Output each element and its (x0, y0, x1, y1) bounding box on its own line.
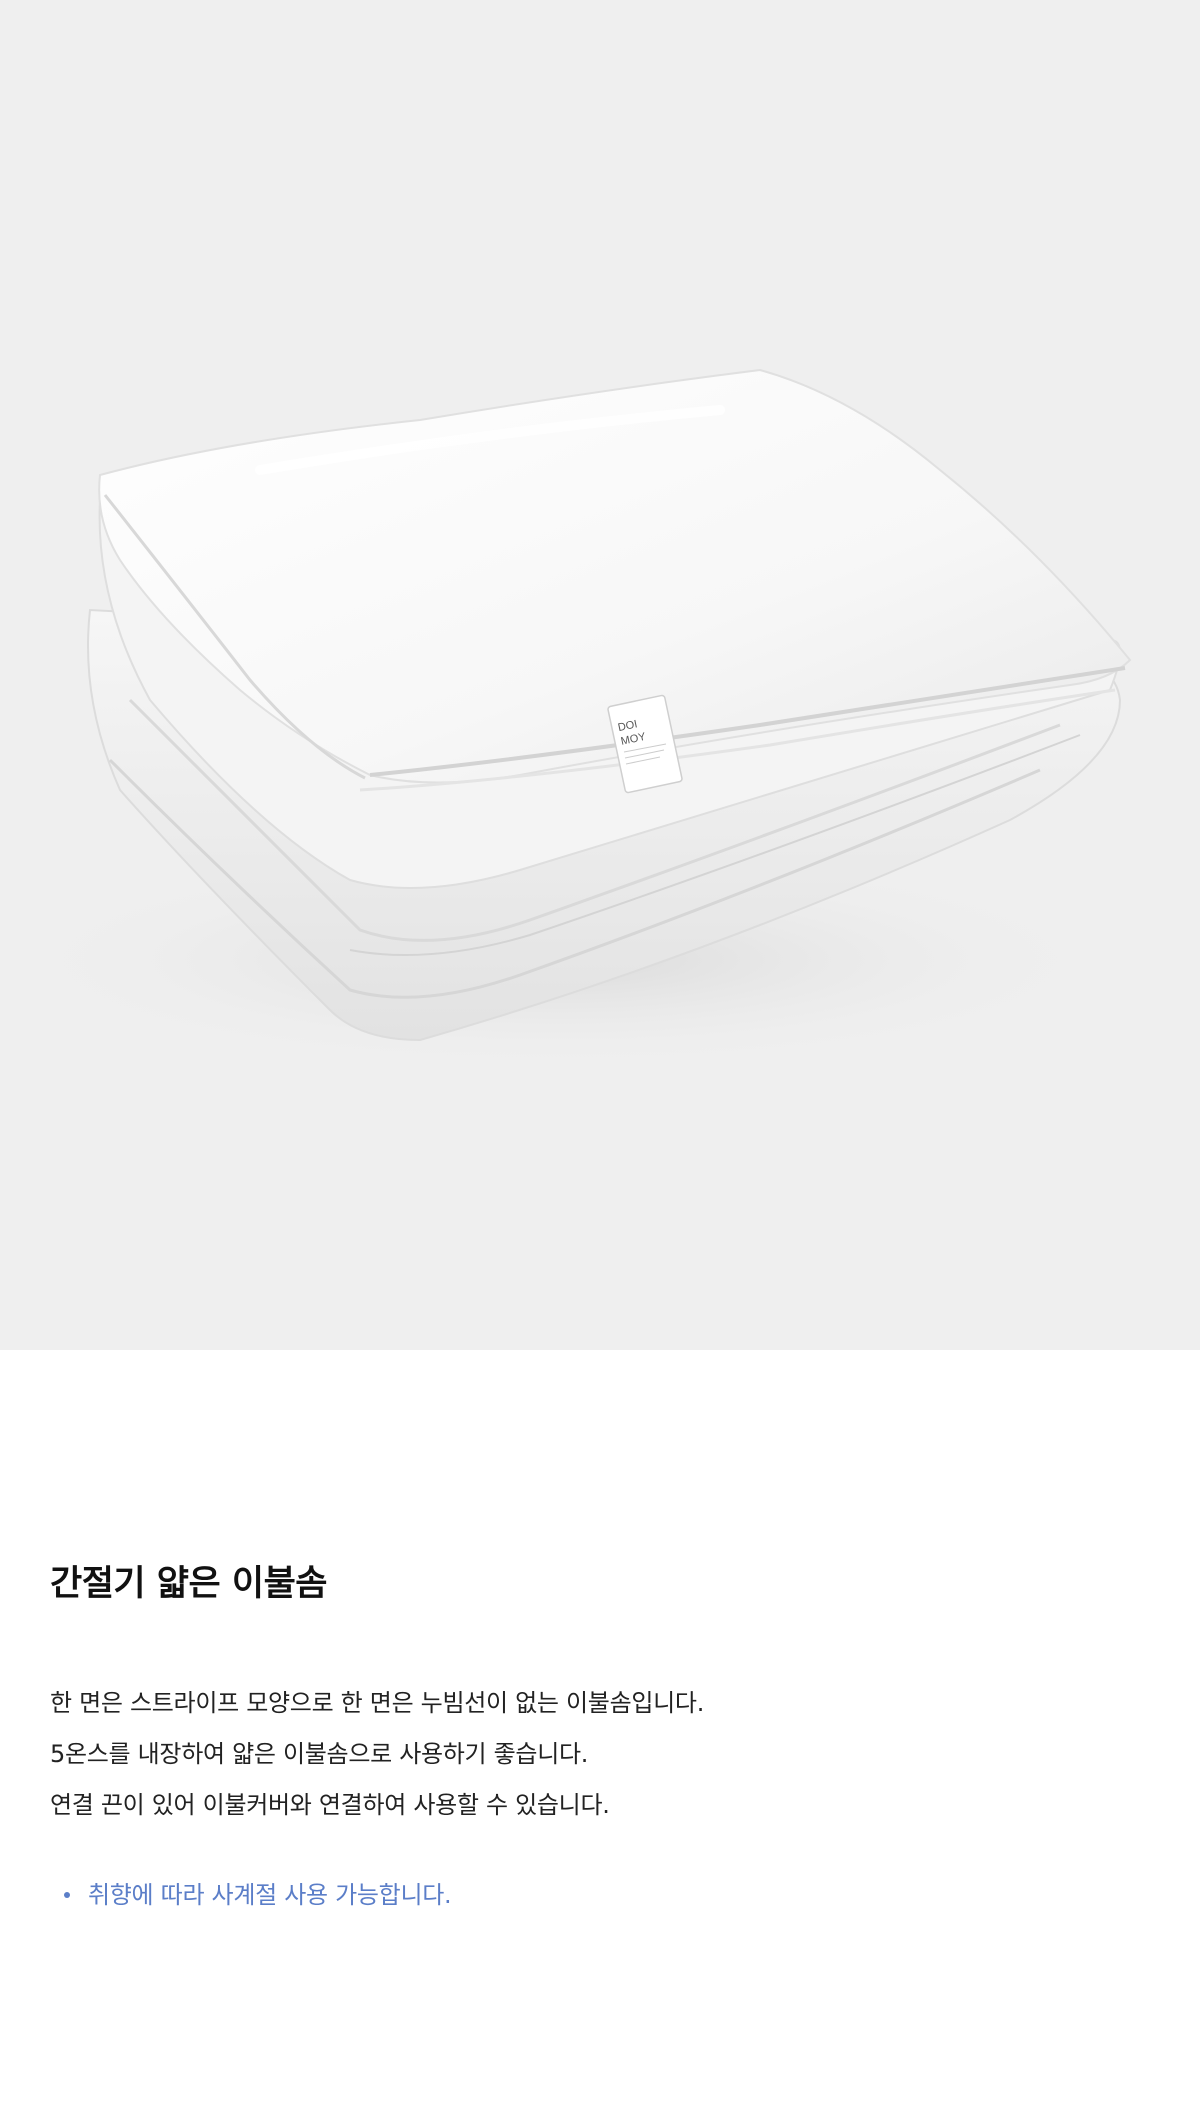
folded-comforter-illustration: DOI MOY (0, 368, 1132, 1070)
product-info-section: 간절기 얇은 이불솜 한 면은 스트라이프 모양으로 한 면은 누빔선이 없는 … (0, 1350, 1200, 2124)
description-line: 5온스를 내장하여 얇은 이불솜으로 사용하기 좋습니다. (50, 1740, 589, 1768)
product-title: 간절기 얇은 이불솜 (50, 1564, 327, 1604)
description-line: 한 면은 스트라이프 모양으로 한 면은 누빔선이 없는 이불솜입니다. (50, 1689, 705, 1717)
note-item: 취향에 따라 사계절 사용 가능합니다. (64, 1875, 452, 1915)
product-notes: 취향에 따라 사계절 사용 가능합니다. (64, 1875, 452, 1915)
product-hero-image: DOI MOY (0, 0, 1200, 1350)
description-line: 연결 끈이 있어 이불커버와 연결하여 사용할 수 있습니다. (50, 1791, 610, 1819)
bullet-icon (64, 1892, 70, 1898)
note-text: 취향에 따라 사계절 사용 가능합니다. (88, 1881, 452, 1909)
product-description: 한 면은 스트라이프 모양으로 한 면은 누빔선이 없는 이불솜입니다. 5온스… (50, 1678, 1150, 1831)
